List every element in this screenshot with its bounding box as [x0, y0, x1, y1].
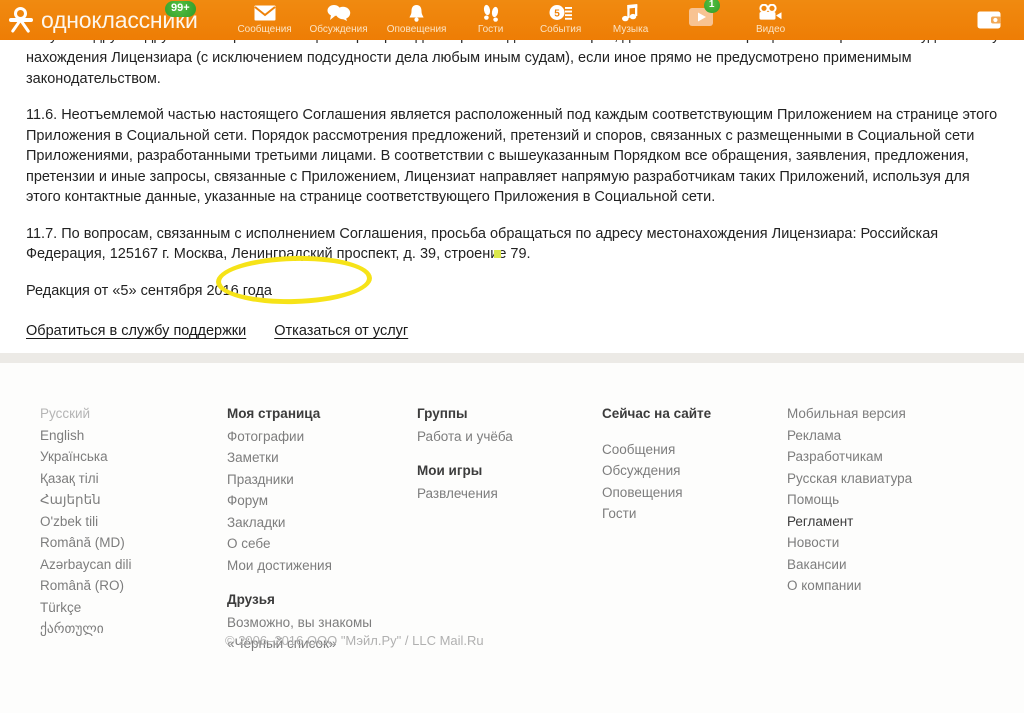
footer-link-entertainment[interactable]: Развлечения — [417, 483, 602, 505]
bell-icon — [404, 3, 430, 22]
nav-item-discussions[interactable]: Обсуждения — [300, 0, 378, 40]
language-item-az[interactable]: Azərbaycan dili — [40, 554, 227, 576]
footer-columns: Русский English Українська Қазақ тілі Հա… — [0, 403, 1024, 655]
footer-link-may-know[interactable]: Возможно, вы знакомы — [227, 612, 417, 634]
footer-link-guests[interactable]: Гости — [602, 503, 787, 525]
paragraph-11-5-tail: нахождения Лицензиара (с исключением под… — [26, 50, 912, 87]
nav-label: Сообщения — [237, 24, 292, 35]
footer-link-discussions[interactable]: Обсуждения — [602, 460, 787, 482]
footprints-icon — [478, 3, 504, 22]
footer-column-groups-games: Группы Работа и учёба Мои игры Развлечен… — [417, 403, 602, 655]
nav-item-video-promo[interactable]: 1 — [666, 0, 736, 40]
footer-link-russian-keyboard[interactable]: Русская клавиатура — [787, 468, 987, 490]
document-body: получали друг от друга и/или третьими ли… — [0, 40, 1024, 339]
footer-link-messages[interactable]: Сообщения — [602, 439, 787, 461]
nav-label: События — [539, 24, 582, 35]
nav-item-video[interactable]: Видео — [736, 0, 806, 40]
footer-column-misc: Мобильная версия Реклама Разработчикам Р… — [787, 403, 987, 655]
music-note-icon — [618, 3, 644, 22]
language-item-ro-ro[interactable]: Română (RO) — [40, 575, 227, 597]
footer-link-forum[interactable]: Форум — [227, 490, 417, 512]
revision-date: Редакция от «5» сентября 2016 года — [26, 282, 272, 299]
footer-link-achievements[interactable]: Мои достижения — [227, 555, 417, 577]
footer-link-news[interactable]: Новости — [787, 532, 987, 554]
paragraph-11-6: 11.6. Неотъемлемой частью настоящего Сог… — [26, 107, 998, 205]
footer-link-help[interactable]: Помощь — [787, 489, 987, 511]
nav-item-messages[interactable]: Сообщения — [230, 0, 300, 40]
nav-label: Музыка — [612, 24, 649, 35]
nav-item-events[interactable]: 5 События — [526, 0, 596, 40]
main-nav: Сообщения Обсуждения Оповещения Гости 5 … — [230, 0, 1024, 40]
language-item-uz[interactable]: O'zbek tili — [40, 511, 227, 533]
footer-link-photos[interactable]: Фотографии — [227, 426, 417, 448]
footer-column-online-now: Сейчас на сайте Сообщения Обсуждения Опо… — [602, 403, 787, 655]
logo-link[interactable]: одноклассники 99+ — [0, 0, 198, 40]
speech-bubbles-icon — [326, 3, 352, 22]
nav-item-music[interactable]: Музыка — [596, 0, 666, 40]
clipped-text-line: получали друг от друга и/или третьими ли… — [26, 40, 998, 45]
nav-label: Обсуждения — [309, 24, 368, 35]
nav-label: Оповещения — [386, 24, 447, 35]
logo-notification-badge[interactable]: 99+ — [165, 1, 196, 17]
footer-link-about-me[interactable]: О себе — [227, 533, 417, 555]
paragraph-11-7: 11.7. По вопросам, связанным с исполнени… — [26, 225, 939, 263]
nav-label: Видео — [755, 24, 786, 35]
footer-link-bookmarks[interactable]: Закладки — [227, 512, 417, 534]
clipped-text: получали друг от друга и/или третьими ли… — [26, 40, 998, 45]
nav-item-guests[interactable]: Гости — [456, 0, 526, 40]
footer-link-notes[interactable]: Заметки — [227, 447, 417, 469]
footer-column-gap — [602, 426, 787, 439]
footer-link-work-study[interactable]: Работа и учёба — [417, 426, 602, 448]
footer-link-terms[interactable]: Регламент — [787, 511, 987, 533]
copyright-notice: © 2006–2016 ООО "Мэйл.Ру" / LLC Mail.Ru — [225, 633, 484, 648]
site-footer: Русский English Українська Қазақ тілі Հա… — [0, 363, 1024, 713]
annotation-dot-marker — [494, 250, 501, 258]
contact-support-link[interactable]: Обратиться в службу поддержки — [26, 323, 246, 339]
footer-link-holidays[interactable]: Праздники — [227, 469, 417, 491]
document-links: Обратиться в службу поддержки Отказаться… — [26, 323, 998, 339]
footer-link-vacancies[interactable]: Вакансии — [787, 554, 987, 576]
footer-heading-online-now[interactable]: Сейчас на сайте — [602, 403, 787, 425]
footer-column-my-page: Моя страница Фотографии Заметки Праздник… — [227, 403, 417, 655]
language-item-hy[interactable]: Հայերեն — [40, 489, 227, 511]
footer-heading-my-games[interactable]: Мои игры — [417, 460, 602, 482]
footer-link-advertising[interactable]: Реклама — [787, 425, 987, 447]
footer-heading-my-page[interactable]: Моя страница — [227, 403, 417, 425]
language-item-uk[interactable]: Українська — [40, 446, 227, 468]
cancel-services-link[interactable]: Отказаться от услуг — [274, 323, 408, 339]
footer-column-languages: Русский English Українська Қазақ тілі Հա… — [40, 403, 227, 655]
wallet-button[interactable] — [962, 0, 1024, 40]
footer-heading-friends[interactable]: Друзья — [227, 589, 417, 611]
language-item-kk[interactable]: Қазақ тілі — [40, 468, 227, 490]
footer-link-notifications[interactable]: Оповещения — [602, 482, 787, 504]
language-item-ru[interactable]: Русский — [40, 403, 227, 425]
footer-separator — [0, 353, 1024, 363]
footer-heading-groups[interactable]: Группы — [417, 403, 602, 425]
language-item-tr[interactable]: Türkçe — [40, 597, 227, 619]
footer-link-about-company[interactable]: О компании — [787, 575, 987, 597]
odnoklassniki-logo-icon — [8, 5, 34, 35]
footer-link-developers[interactable]: Разработчикам — [787, 446, 987, 468]
language-item-ka[interactable]: ქართული — [40, 618, 227, 640]
nav-label: Гости — [477, 24, 504, 35]
movie-camera-icon — [758, 3, 784, 22]
svg-text:5: 5 — [554, 9, 560, 20]
ok-coin-icon: 5 — [548, 3, 574, 22]
wallet-icon — [976, 11, 1002, 30]
language-item-ro-md[interactable]: Română (MD) — [40, 532, 227, 554]
nav-item-notifications[interactable]: Оповещения — [378, 0, 456, 40]
footer-link-mobile-version[interactable]: Мобильная версия — [787, 403, 987, 425]
envelope-icon — [252, 3, 278, 22]
language-item-en[interactable]: English — [40, 425, 227, 447]
site-header: одноклассники 99+ Сообщения Обсуждения О… — [0, 0, 1024, 40]
video-promo-badge[interactable]: 1 — [703, 0, 720, 13]
